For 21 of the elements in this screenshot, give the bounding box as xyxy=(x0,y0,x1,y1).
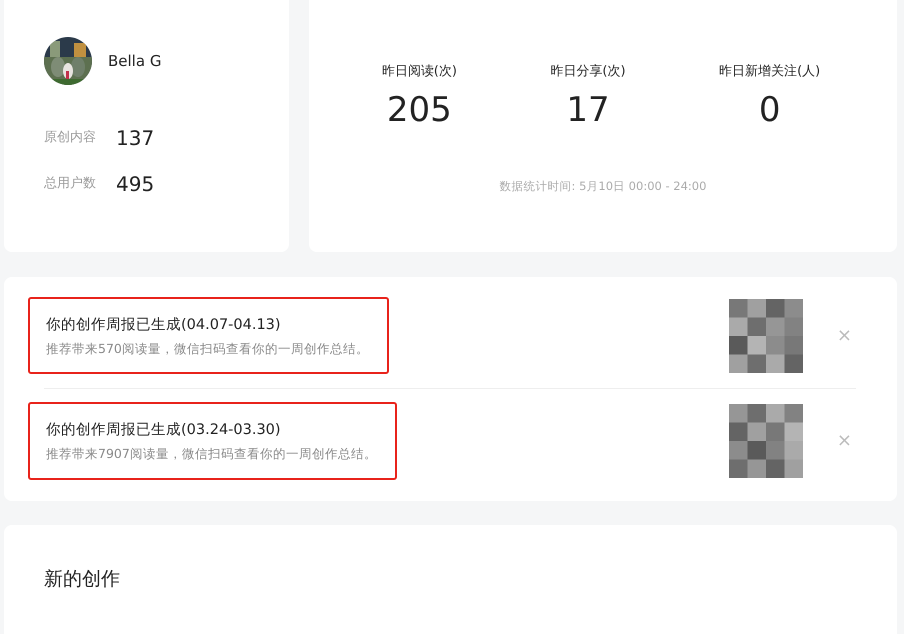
notice-title: 你的创作周报已生成(03.24-03.30) xyxy=(46,421,282,440)
stat-value: 137 xyxy=(116,125,154,152)
stat-value: 495 xyxy=(116,171,154,198)
blurred-qr-code-icon xyxy=(728,298,803,372)
metric-label: 昨日阅读(次) xyxy=(382,63,457,81)
notice-title: 你的创作周报已生成(04.07-04.13) xyxy=(46,316,282,335)
section-title: 新的创作 xyxy=(44,567,121,592)
stat-label: 总用户数 xyxy=(44,175,97,194)
metric-value: 0 xyxy=(758,90,780,130)
notice-description: 推荐带来570阅读量，微信扫码查看你的一周创作总结。 xyxy=(46,340,369,358)
user-name: Bella G xyxy=(108,50,162,72)
metric-label: 昨日新增关注(人) xyxy=(719,63,820,81)
stat-label: 原创内容 xyxy=(44,129,97,148)
metric-label: 昨日分享(次) xyxy=(550,63,626,81)
metric-value: 205 xyxy=(386,90,452,130)
notice-description: 推荐带来7907阅读量，微信扫码查看你的一周创作总结。 xyxy=(46,445,377,463)
stats-footnote: 数据统计时间: 5月10日 00:00 - 24:00 xyxy=(498,178,708,196)
close-button[interactable]: × xyxy=(832,432,856,450)
close-button[interactable]: × xyxy=(832,326,856,344)
blurred-qr-code-icon xyxy=(728,404,803,478)
metric-value: 17 xyxy=(566,90,610,130)
